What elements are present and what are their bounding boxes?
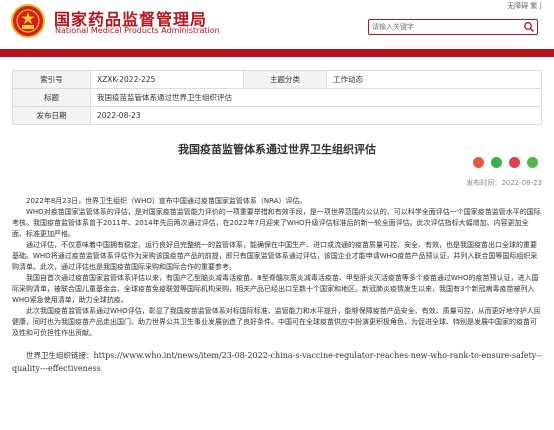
site-subtitle: National Medical Products Administration bbox=[55, 26, 220, 35]
date-value: 2022-08-23 bbox=[90, 106, 542, 125]
search-icon[interactable] bbox=[523, 21, 535, 33]
link-label: 世界卫生组织链接： bbox=[26, 351, 94, 360]
nav-bar bbox=[0, 49, 554, 57]
title-label: 标题 bbox=[12, 88, 91, 107]
publish-date: 发布时间：2022-08-23 bbox=[466, 179, 542, 187]
title-value: 我国疫苗监管体系通过世界卫生组织评估 bbox=[90, 88, 542, 107]
paragraph: WHO对疫苗国家监管体系的评估，是对国家疫苗监管能力评价的一项重要举措和有效手段… bbox=[12, 208, 541, 238]
table-row: 标题 我国疫苗监管体系通过世界卫生组织评估 bbox=[12, 88, 542, 107]
national-emblem-icon[interactable] bbox=[11, 4, 45, 38]
category-value: 工作动态 bbox=[326, 70, 542, 89]
article-body: 2022年8月23日，世界卫生组织（WHO）宣布中国通过疫苗国家监管体系（NRA… bbox=[12, 196, 542, 375]
search-input[interactable] bbox=[372, 20, 512, 34]
link-paragraph: 世界卫生组织链接：https://www.who.int/news/item/2… bbox=[12, 349, 542, 375]
table-row: 索引号 XZXK-2022-225 主题分类 工作动态 bbox=[12, 70, 542, 89]
share-wechat-icon[interactable] bbox=[491, 157, 503, 168]
paragraph: 我国自首次通过疫苗国家监管体系评估以来，有国产乙型脑炎减毒活疫苗、Ⅲ型脊髓灰质炎… bbox=[12, 274, 539, 304]
site-header: 国家药品监督管理局 National Medical Products Admi… bbox=[0, 0, 554, 50]
share-toolbar bbox=[471, 157, 539, 170]
paragraph: 2022年8月23日，世界卫生组织（WHO）宣布中国通过疫苗国家监管体系（NRA… bbox=[26, 197, 307, 205]
search-box[interactable] bbox=[368, 19, 538, 35]
article-title: 我国疫苗监管体系通过世界卫生组织评估 bbox=[178, 143, 376, 156]
table-row: 发布日期 2022-08-23 bbox=[12, 106, 542, 125]
info-table: 索引号 XZXK-2022-225 主题分类 工作动态 标题 我国疫苗监管体系通… bbox=[12, 70, 542, 125]
index-value: XZXK-2022-225 bbox=[90, 70, 244, 89]
top-links[interactable]: 无障碍 繁 | bbox=[507, 1, 542, 11]
date-label: 发布日期 bbox=[12, 106, 91, 125]
share-friends-icon[interactable] bbox=[527, 157, 539, 168]
category-label: 主题分类 bbox=[243, 70, 327, 89]
paragraph: 此次我国疫苗监管体系通过WHO评估，彰显了我国疫苗监管体系对标国际标准、监管能力… bbox=[12, 307, 541, 337]
share-weibo-icon[interactable] bbox=[473, 157, 484, 168]
paragraph: 通过评估，不仅意味着中国拥有稳定、运行良好且完整统一的监管体系，能确保在中国生产… bbox=[12, 241, 538, 271]
index-label: 索引号 bbox=[12, 70, 91, 89]
share-qzone-icon[interactable] bbox=[509, 157, 521, 168]
